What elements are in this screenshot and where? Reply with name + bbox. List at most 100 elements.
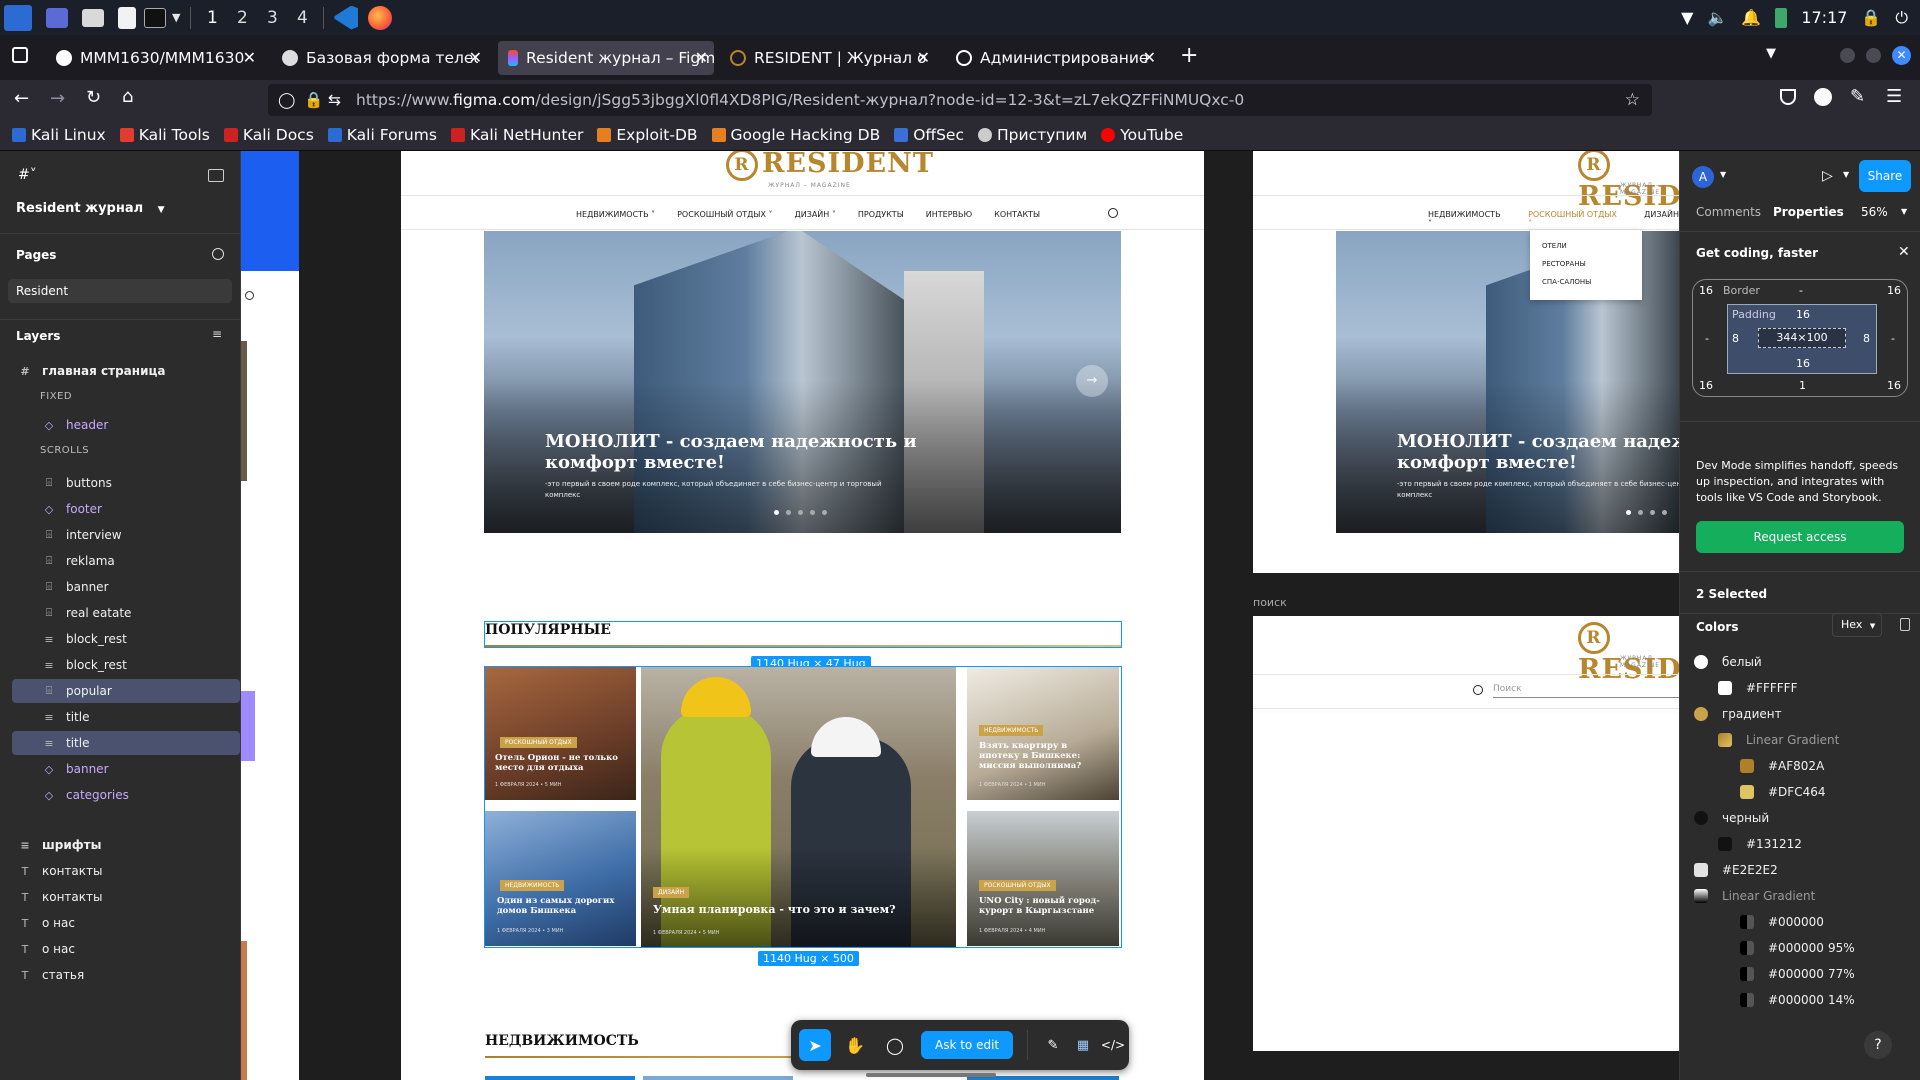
- layer-item[interactable]: ⌹ reklama: [12, 549, 240, 573]
- text-editor-icon[interactable]: [118, 6, 136, 29]
- menu-item[interactable]: ПРОДУКТЫ: [858, 210, 904, 219]
- sidebar-toggle-icon[interactable]: [208, 169, 224, 182]
- tab-properties[interactable]: Properties: [1773, 205, 1844, 219]
- layer-item[interactable]: Tстатья: [12, 963, 240, 987]
- tab-admin[interactable]: Администрирование сай ✕: [946, 41, 1162, 75]
- bookmark-google-hacking-db[interactable]: Google Hacking DB: [711, 126, 880, 144]
- close-icon[interactable]: ✕: [1898, 244, 1910, 260]
- bookmark-kali-tools[interactable]: Kali Tools: [119, 126, 210, 144]
- color-row[interactable]: #000000 95%: [1680, 935, 1920, 961]
- chevron-down-icon[interactable]: ▼: [158, 205, 165, 215]
- menu-item-active[interactable]: РОСКОШНЫЙ ОТДЫХ ˄: [1528, 210, 1622, 228]
- tab-list-icon[interactable]: [12, 47, 28, 63]
- bookmark-kali-forums[interactable]: Kali Forums: [327, 126, 437, 144]
- file-manager-icon[interactable]: [82, 8, 104, 27]
- chevron-down-icon[interactable]: ▼: [1901, 207, 1907, 216]
- account-icon[interactable]: [1814, 88, 1832, 106]
- code-icon[interactable]: </>: [1097, 1029, 1129, 1061]
- bookmark-kali-docs[interactable]: Kali Docs: [223, 126, 314, 144]
- request-access-button[interactable]: Request access: [1696, 521, 1904, 553]
- main-page-frame[interactable]: R RESIDENT ЖУРНАЛ – MAGAZINE НЕДВИЖИМОСТЬ…: [401, 151, 1204, 1080]
- bookmark-kali-linux[interactable]: Kali Linux: [12, 126, 106, 144]
- color-row[interactable]: #DFC464: [1680, 779, 1920, 805]
- layers-collapse-icon[interactable]: ≡: [212, 327, 222, 341]
- notification-icon[interactable]: 🔔: [1741, 8, 1761, 27]
- layer-item[interactable]: ≡ title: [12, 731, 240, 755]
- close-icon[interactable]: ✕: [243, 48, 256, 67]
- color-row[interactable]: #000000 14%: [1680, 987, 1920, 1013]
- clipboard-icon[interactable]: [1900, 618, 1910, 631]
- close-icon[interactable]: ✕: [917, 48, 930, 67]
- layer-item[interactable]: Tконтакты: [12, 885, 240, 909]
- color-row[interactable]: Linear Gradient: [1680, 883, 1920, 909]
- dropdown-item[interactable]: СПА-САЛОНЫ: [1542, 278, 1591, 286]
- menu-item[interactable]: КОНТАКТЫ: [994, 210, 1040, 219]
- layer-item[interactable]: Tконтакты: [12, 859, 240, 883]
- menu-item[interactable]: НЕДВИЖИМОСТЬ ˅: [576, 210, 655, 219]
- avatar[interactable]: A: [1692, 166, 1714, 188]
- search-input[interactable]: Поиск: [1493, 684, 1679, 698]
- file-name[interactable]: Resident журнал ▼: [16, 201, 165, 216]
- layer-item[interactable]: ⌹ buttons: [12, 471, 240, 495]
- layer-item[interactable]: ◇ header: [12, 413, 240, 437]
- layer-item[interactable]: ⌹ real eatate: [12, 601, 240, 625]
- menu-item[interactable]: ДИЗАЙН: [1644, 210, 1679, 228]
- color-row[interactable]: градиент: [1680, 701, 1920, 727]
- color-row[interactable]: Linear Gradient: [1680, 727, 1920, 753]
- bookmark-getting-started[interactable]: Приступим: [978, 126, 1087, 144]
- bookmark-offsec[interactable]: OffSec: [894, 126, 964, 144]
- layer-item[interactable]: ⌹ interview: [12, 523, 240, 547]
- horizontal-scrollbar[interactable]: [866, 1073, 996, 1077]
- shield-icon[interactable]: ◯: [278, 84, 295, 116]
- layer-item[interactable]: ≡ block_rest: [12, 627, 240, 651]
- volume-icon[interactable]: 🔈: [1707, 8, 1727, 27]
- frame-partial-left[interactable]: [241, 151, 299, 1080]
- close-icon[interactable]: ✕: [469, 48, 482, 67]
- workspace-4[interactable]: 4: [287, 8, 317, 28]
- close-icon[interactable]: ✕: [695, 48, 708, 67]
- color-row[interactable]: #AF802A: [1680, 753, 1920, 779]
- dropdown-item[interactable]: РЕСТОРАНЫ: [1542, 260, 1586, 268]
- layer-item[interactable]: ≡ шрифты: [12, 833, 240, 857]
- maximize-icon[interactable]: [1866, 48, 1881, 63]
- new-tab-icon[interactable]: +: [1180, 43, 1198, 68]
- vscode-icon[interactable]: [334, 5, 359, 30]
- frame-label-search[interactable]: поиск: [1253, 596, 1287, 609]
- chevron-down-icon[interactable]: ▼: [172, 11, 180, 24]
- bookmark-kali-nethunter[interactable]: Kali NetHunter: [450, 126, 583, 144]
- zoom-level[interactable]: 56%: [1861, 205, 1888, 219]
- menu-item[interactable]: РОСКОШНЫЙ ОТДЫХ ˅: [677, 210, 772, 219]
- permissions-icon[interactable]: ⇆: [328, 84, 341, 116]
- tab-phone-form[interactable]: Базовая форма телефон ✕: [272, 41, 488, 75]
- lock-icon[interactable]: 🔒: [1861, 8, 1881, 27]
- ask-to-edit-button[interactable]: Ask to edit: [921, 1031, 1014, 1059]
- workspace-1[interactable]: 1: [197, 8, 227, 28]
- tab-resident[interactable]: RESIDENT | Журнал о ро ✕: [720, 41, 936, 75]
- home-icon[interactable]: ⌂: [122, 86, 133, 107]
- tab-github[interactable]: MMM1630/MMM1630 ✕: [46, 41, 262, 75]
- layer-item[interactable]: Tо нас: [12, 911, 240, 935]
- close-icon[interactable]: ✕: [1143, 48, 1156, 67]
- bookmark-star-icon[interactable]: ☆: [1625, 84, 1640, 116]
- layer-item[interactable]: ◇ footer: [12, 497, 240, 521]
- color-row[interactable]: белый: [1680, 649, 1920, 675]
- share-button[interactable]: Share: [1859, 160, 1911, 192]
- workspace-3[interactable]: 3: [257, 8, 287, 28]
- layer-item[interactable]: ⌹ popular: [12, 679, 240, 703]
- extensions-icon[interactable]: ✎: [1850, 86, 1865, 107]
- color-row[interactable]: черный: [1680, 805, 1920, 831]
- color-row[interactable]: #131212: [1680, 831, 1920, 857]
- chevron-down-icon[interactable]: ▼: [1720, 170, 1726, 179]
- bookmark-exploit-db[interactable]: Exploit-DB: [597, 126, 698, 144]
- reload-icon[interactable]: ↻: [86, 87, 101, 108]
- workspace-2[interactable]: 2: [227, 8, 257, 28]
- layer-item[interactable]: ⌹ banner: [12, 575, 240, 599]
- search-icon[interactable]: [212, 248, 224, 260]
- color-row[interactable]: #000000 77%: [1680, 961, 1920, 987]
- color-row[interactable]: #FFFFFF: [1680, 675, 1920, 701]
- figma-menu-icon[interactable]: #˅: [18, 167, 37, 183]
- layer-root[interactable]: # главная страница: [12, 359, 240, 383]
- color-row[interactable]: #E2E2E2: [1680, 857, 1920, 883]
- network-icon[interactable]: ▼: [1681, 8, 1693, 27]
- comment-tool-icon[interactable]: ◯: [879, 1029, 911, 1061]
